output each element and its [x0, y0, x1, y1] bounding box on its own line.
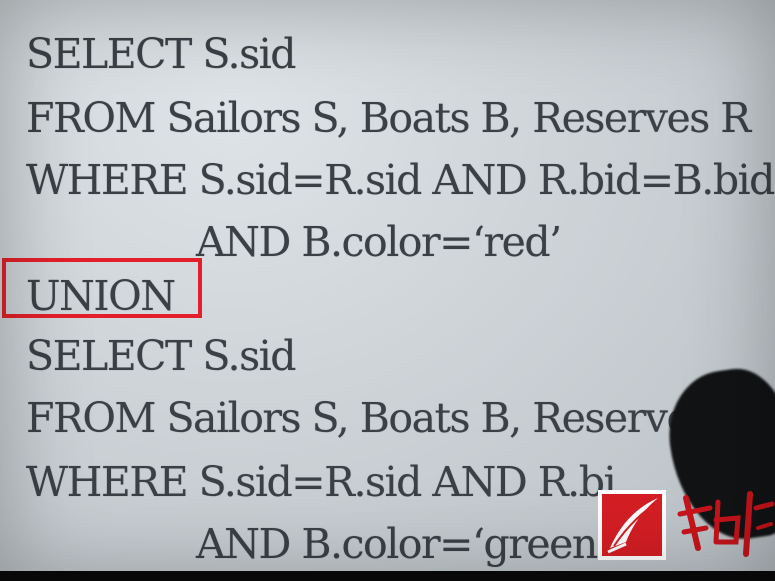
sql-line-select-1: SELECT S.sid: [26, 30, 296, 78]
sql-line-where-1: WHERE S.sid=R.sid AND R.bid=B.bid: [26, 156, 775, 204]
sql-line-from-1: FROM Sailors S, Boats B, Reserves R: [26, 94, 751, 142]
red-brush-calligraphy-icon: [677, 491, 775, 557]
sql-line-where-2: WHERE S.sid=R.sid AND R.bi: [26, 458, 617, 506]
union-highlight-box: [2, 258, 202, 318]
red-quill-logo-icon: [598, 490, 666, 560]
sql-line-and-red: AND B.color=‘red’: [196, 218, 562, 266]
video-frame: SELECT S.sid FROM Sailors S, Boats B, Re…: [0, 0, 775, 581]
sql-line-and-green: AND B.color=‘green’: [196, 520, 610, 568]
sql-line-select-2: SELECT S.sid: [26, 332, 296, 380]
bottom-letterbox: [0, 571, 775, 581]
sql-line-from-2: FROM Sailors S, Boats B, Reserves: [26, 394, 710, 442]
